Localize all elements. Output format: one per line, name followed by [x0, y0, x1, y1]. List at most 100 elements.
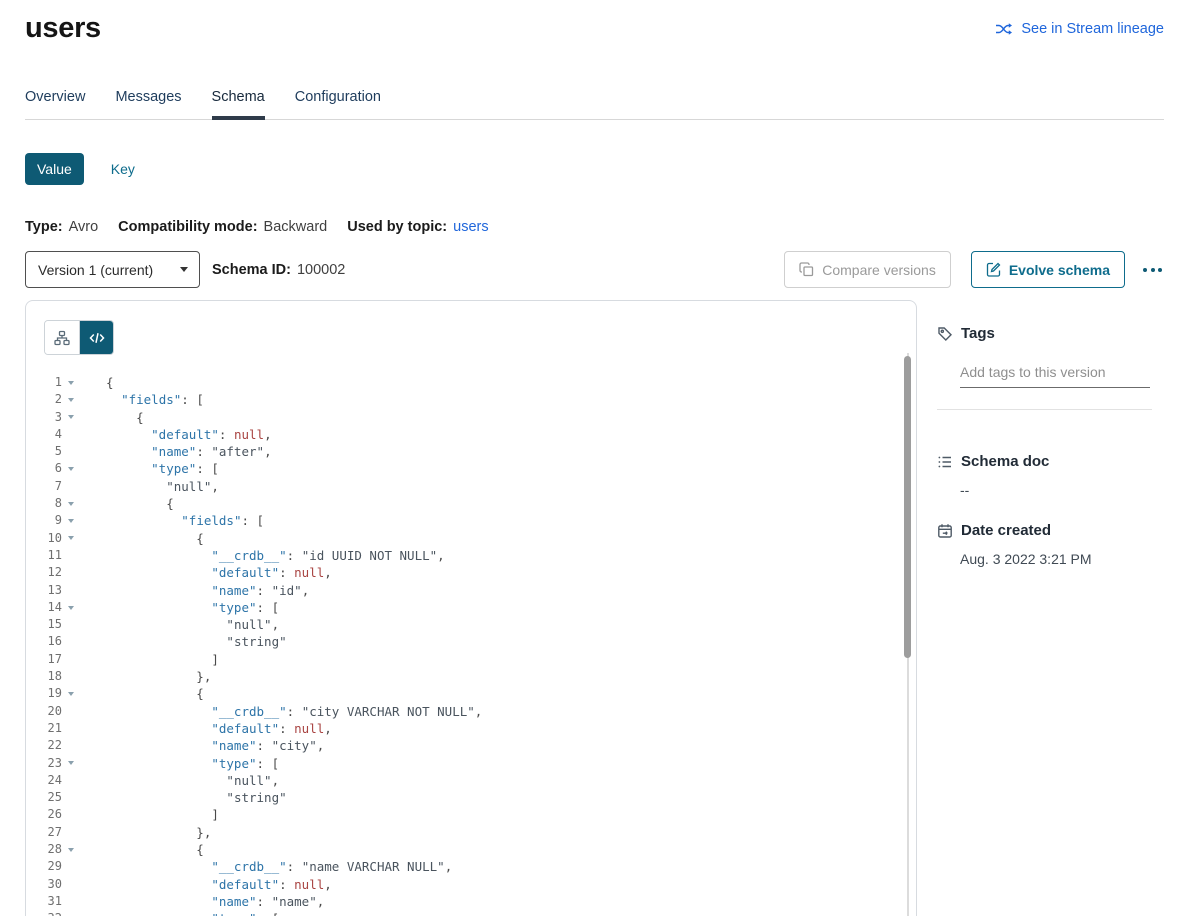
tab-overview[interactable]: Overview [25, 89, 85, 120]
fold-spacer [62, 478, 80, 495]
calendar-icon [937, 523, 953, 539]
line-number: 5 [26, 443, 62, 460]
fold-spacer [62, 703, 80, 720]
tree-view-button[interactable] [45, 321, 79, 354]
fold-spacer [62, 806, 80, 823]
schema-doc-value: -- [960, 482, 1164, 498]
code-text: "null", [80, 772, 279, 789]
line-number: 25 [26, 789, 62, 806]
main-content: 1{2 "fields": [3 {4 "default": null,5 "n… [25, 300, 1164, 916]
line-number: 1 [26, 374, 62, 391]
version-select[interactable]: Version 1 (current) [25, 251, 200, 288]
evolve-schema-button[interactable]: Evolve schema [971, 251, 1125, 288]
code-lines: 1{2 "fields": [3 {4 "default": null,5 "n… [26, 374, 916, 916]
fold-toggle-icon[interactable] [62, 910, 80, 916]
schema-id-label: Schema ID: [212, 262, 291, 278]
kebab-menu-icon [1143, 268, 1162, 272]
schema-doc-heading: Schema doc [961, 453, 1049, 470]
code-text: "__crdb__": "city VARCHAR NOT NULL", [80, 703, 482, 720]
code-line: 15 "null", [26, 616, 916, 633]
code-line: 28 { [26, 841, 916, 858]
code-text: }, [80, 668, 211, 685]
tab-messages[interactable]: Messages [115, 89, 181, 120]
compatibility-label: Compatibility mode: [118, 219, 257, 235]
fold-toggle-icon[interactable] [62, 685, 80, 702]
code-line: 31 "name": "name", [26, 893, 916, 910]
editor-scrollbar-track[interactable] [904, 353, 911, 916]
date-created-section: Date created Aug. 3 2022 3:21 PM [937, 522, 1164, 567]
code-text: "string" [80, 633, 287, 650]
fold-spacer [62, 824, 80, 841]
code-line: 4 "default": null, [26, 426, 916, 443]
fold-toggle-icon[interactable] [62, 512, 80, 529]
line-number: 23 [26, 755, 62, 772]
code-text: { [80, 495, 174, 512]
fold-toggle-icon[interactable] [62, 460, 80, 477]
code-text: "default": null, [80, 426, 272, 443]
compare-versions-button[interactable]: Compare versions [784, 251, 951, 288]
line-number: 9 [26, 512, 62, 529]
fold-toggle-icon[interactable] [62, 599, 80, 616]
line-number: 22 [26, 737, 62, 754]
code-view-button[interactable] [79, 321, 113, 354]
fold-toggle-icon[interactable] [62, 391, 80, 408]
editor-scrollbar-thumb[interactable] [904, 356, 911, 658]
schema-meta-row: Type: Avro Compatibility mode: Backward … [25, 219, 1164, 235]
fold-spacer [62, 426, 80, 443]
fold-toggle-icon[interactable] [62, 530, 80, 547]
code-text: "name": "name", [80, 893, 324, 910]
type-value: Avro [69, 219, 99, 235]
fold-spacer [62, 443, 80, 460]
date-created-value: Aug. 3 2022 3:21 PM [960, 551, 1164, 567]
fold-spacer [62, 633, 80, 650]
topic-link[interactable]: users [453, 219, 488, 235]
line-number: 12 [26, 564, 62, 581]
code-text: "name": "after", [80, 443, 272, 460]
fold-toggle-icon[interactable] [62, 409, 80, 426]
code-line: 18 }, [26, 668, 916, 685]
code-line: 9 "fields": [ [26, 512, 916, 529]
fold-spacer [62, 789, 80, 806]
line-number: 13 [26, 582, 62, 599]
value-tab-button[interactable]: Value [25, 153, 84, 185]
line-number: 7 [26, 478, 62, 495]
fold-toggle-icon[interactable] [62, 495, 80, 512]
key-tab-button[interactable]: Key [111, 161, 135, 177]
code-text: { [80, 841, 204, 858]
line-number: 31 [26, 893, 62, 910]
tags-heading: Tags [961, 325, 995, 342]
tags-section: Tags [937, 325, 1164, 410]
line-number: 19 [26, 685, 62, 702]
code-line: 19 { [26, 685, 916, 702]
add-tags-input[interactable] [960, 362, 1150, 388]
code-line: 16 "string" [26, 633, 916, 650]
stream-lineage-link[interactable]: See in Stream lineage [995, 21, 1164, 37]
code-line: 14 "type": [ [26, 599, 916, 616]
code-line: 11 "__crdb__": "id UUID NOT NULL", [26, 547, 916, 564]
schema-doc-section: Schema doc -- [937, 453, 1164, 498]
code-line: 5 "name": "after", [26, 443, 916, 460]
compare-versions-label: Compare versions [822, 262, 936, 278]
fold-toggle-icon[interactable] [62, 374, 80, 391]
fold-spacer [62, 668, 80, 685]
more-options-button[interactable] [1141, 262, 1164, 278]
fold-toggle-icon[interactable] [62, 841, 80, 858]
fold-spacer [62, 616, 80, 633]
code-line: 26 ] [26, 806, 916, 823]
tabs: Overview Messages Schema Configuration [25, 89, 1164, 120]
fold-toggle-icon[interactable] [62, 755, 80, 772]
fold-spacer [62, 720, 80, 737]
line-number: 17 [26, 651, 62, 668]
code-text: "name": "city", [80, 737, 324, 754]
fold-spacer [62, 564, 80, 581]
tab-configuration[interactable]: Configuration [295, 89, 381, 120]
code-text: }, [80, 824, 211, 841]
tab-schema[interactable]: Schema [212, 89, 265, 120]
value-key-toggle: Value Key [25, 153, 1164, 185]
line-number: 8 [26, 495, 62, 512]
code-text: "__crdb__": "id UUID NOT NULL", [80, 547, 445, 564]
used-by-topic-label: Used by topic: [347, 219, 447, 235]
code-text: { [80, 374, 114, 391]
sidebar-divider [937, 409, 1152, 410]
code-text: "default": null, [80, 876, 332, 893]
